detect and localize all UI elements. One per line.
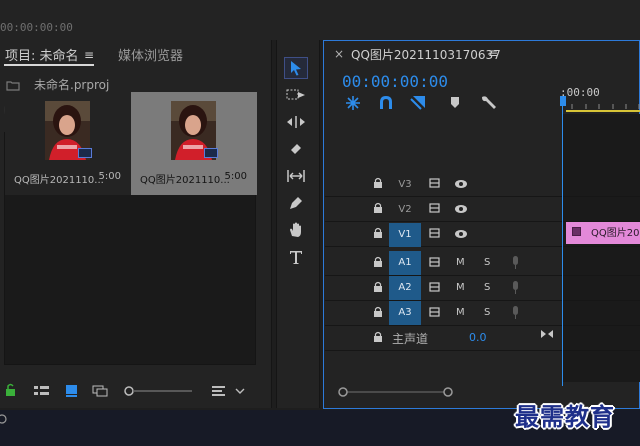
track-select-tool[interactable] [284,84,308,106]
track-header-controls [374,177,518,342]
microphone-icon [513,306,518,319]
solo-button-a1[interactable]: S [484,257,490,268]
sync-lock-icon [429,282,440,292]
razor-tool[interactable] [284,138,308,160]
selection-tool[interactable] [284,57,308,79]
clip-duration: 5:00 [224,171,247,182]
lock-icon [374,281,382,292]
zoom-slider [124,386,192,396]
add-marker-icon [451,97,459,108]
sync-lock-icon [429,307,440,317]
selection-arrow-icon [291,61,301,76]
ripple-edit-icon [287,116,305,128]
sequence-badge-icon [204,148,218,158]
project-file-name: 未命名.prproj [34,78,110,92]
solo-button-a3[interactable]: S [484,307,490,318]
lock-icon [374,331,382,342]
pen-tool[interactable] [284,192,308,214]
type-icon [290,251,302,264]
mute-button-a1[interactable]: M [456,257,465,268]
still-image-badge-icon [78,148,92,158]
top-panel-strip [0,0,640,40]
clip-name: QQ图片2021110... [140,175,230,186]
lock-icon [374,256,382,267]
sync-lock-icon [429,203,440,213]
sync-lock-icon [429,257,440,267]
hand-tool[interactable] [284,219,308,241]
lock-icon [374,306,382,317]
slip-tool[interactable] [284,165,308,187]
timeline-clip-label: QQ图片2021 [591,228,640,239]
slip-icon [287,170,305,182]
lock-icon [374,177,382,188]
fx-badge-icon [572,227,581,236]
settings-wrench-icon [482,96,496,109]
list-view-icon [34,386,49,395]
icon-view-icon [66,385,77,397]
clip-name: QQ图片2021110... [14,175,104,186]
pen-icon [290,197,302,209]
eye-icon [455,180,467,188]
watermark-logo: 最需教育 [515,402,615,431]
sync-lock-icon [429,178,440,188]
project-footer-toolbar [6,383,245,397]
partial-circle-icon [0,414,7,424]
type-tool[interactable] [284,246,308,268]
microphone-icon [513,281,518,294]
time-ruler[interactable] [566,101,640,109]
sort-icon [212,386,245,396]
hand-icon [290,222,301,237]
playhead-timecode[interactable]: 00:00:00:00 [342,72,448,91]
go-to-end-icon[interactable] [540,329,554,339]
mute-button-a2[interactable]: M [456,282,465,293]
nest-sequence-icon [346,96,360,110]
timeline-toolbar [346,96,496,110]
timeline-panel-menu-icon[interactable]: ≡ [488,46,498,60]
clip-duration: 5:00 [98,171,121,182]
project-clip-item-selected[interactable]: QQ图片2021110... 5:00 [131,92,257,195]
snap-magnet-icon [380,96,392,109]
freeform-view-icon [92,385,108,397]
source-timecode: 00:00:00:00 [0,21,73,34]
lock-icon [374,227,382,238]
close-tab-icon[interactable]: × [334,47,344,61]
lock-icon [374,202,382,213]
tab-media-browser[interactable]: 媒体浏览器 [118,45,183,64]
tab-sequence[interactable]: QQ图片20211103170637 [351,46,501,63]
sync-lock-icon [429,228,440,238]
project-clip-item[interactable]: QQ图片2021110... 5:00 [5,92,131,195]
solo-button-a2[interactable]: S [484,282,490,293]
lock-icon [6,383,15,396]
ripple-edit-tool[interactable] [284,111,308,133]
microphone-icon [513,256,518,269]
eye-icon [455,230,467,238]
master-track-label: 主声道 [392,332,429,346]
timeline-zoom-scrollbar[interactable] [338,385,454,399]
track-select-icon [286,89,305,100]
linked-selection-icon [410,96,425,110]
active-tab-underline [4,64,94,66]
work-area-bar[interactable] [566,110,640,112]
playhead-handle[interactable] [560,96,566,106]
razor-icon [291,144,301,154]
project-panel-menu-icon[interactable]: ≡ [84,48,94,62]
eye-icon [455,205,467,213]
mute-button-a3[interactable]: M [456,307,465,318]
master-volume-value[interactable]: 0.0 [469,331,487,344]
tab-project[interactable]: 项目: 未命名 [5,45,79,64]
folder-icon [6,81,20,91]
playhead-line[interactable] [562,100,563,386]
